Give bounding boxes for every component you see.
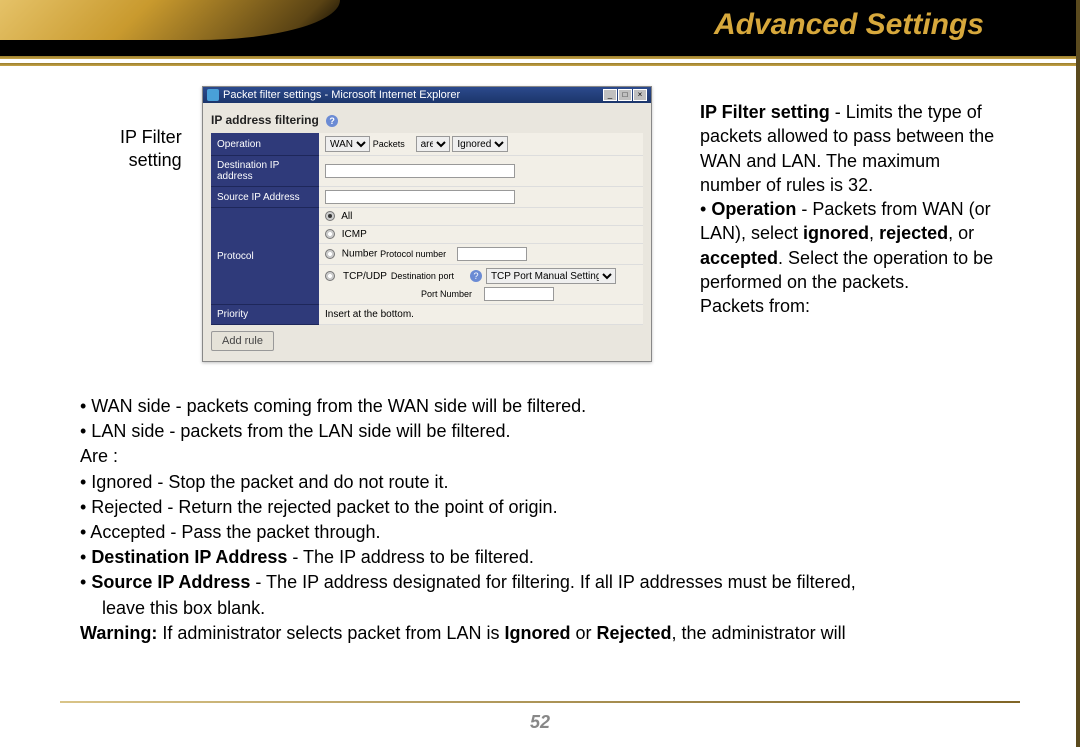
browser-body: IP address filtering ? Operation WAN Pac… <box>203 103 651 361</box>
body-l6: • Accepted - Pass the packet through. <box>80 520 1000 545</box>
protocol-all-radio[interactable] <box>325 211 335 221</box>
operation-from-select[interactable]: WAN <box>325 136 370 152</box>
protocol-number-text: Number <box>342 249 378 260</box>
desc-accepted: accepted <box>700 248 778 268</box>
ip-filter-form: Operation WAN Packets are Ignored Destin… <box>211 133 643 325</box>
tcp-port-setting-select[interactable]: TCP Port Manual Setting <box>486 268 616 284</box>
protocol-label: Protocol <box>211 208 319 305</box>
window-title: Packet filter settings - Microsoft Inter… <box>223 89 460 101</box>
browser-window: Packet filter settings - Microsoft Inter… <box>202 86 652 362</box>
priority-text: Insert at the bottom. <box>319 305 643 325</box>
src-ip-label: Source IP Address <box>211 187 319 208</box>
minimize-button[interactable]: _ <box>603 89 617 101</box>
src-ip-input[interactable] <box>325 190 515 204</box>
top-banner: Advanced Settings <box>0 0 1080 56</box>
figure-caption: IP Filter setting <box>120 126 182 171</box>
priority-label: Priority <box>211 305 319 325</box>
protocol-number-input[interactable] <box>457 247 527 261</box>
port-number-sublabel: Port Number <box>421 289 472 299</box>
operation-are-select[interactable]: are <box>416 136 450 152</box>
ie-icon <box>207 89 219 101</box>
body-l4: • Ignored - Stop the packet and do not r… <box>80 470 1000 495</box>
operation-action-select[interactable]: Ignored <box>452 136 508 152</box>
section-title: IP address filtering <box>211 113 319 127</box>
hr-top-2 <box>0 63 1080 66</box>
dest-ip-input[interactable] <box>325 164 515 178</box>
operation-between: Packets <box>373 139 405 149</box>
warning-b: Warning: <box>80 623 157 643</box>
desc-heading: IP Filter setting <box>700 102 830 122</box>
port-number-input[interactable] <box>484 287 554 301</box>
dest-ip-b: Destination IP Address <box>91 547 287 567</box>
protocol-tcpudp-text: TCP/UDP <box>343 271 387 282</box>
protocol-all-row: All <box>319 208 643 226</box>
operation-field: WAN Packets are Ignored <box>319 133 643 156</box>
section-header: IP address filtering ? <box>211 109 643 133</box>
operation-label: Operation <box>211 133 319 156</box>
protocol-number-radio[interactable] <box>325 249 335 259</box>
body-text: • WAN side - packets coming from the WAN… <box>80 394 1000 646</box>
page-number: 52 <box>0 712 1080 733</box>
gold-swoosh-decoration <box>0 0 340 40</box>
desc-ignored: ignored <box>803 223 869 243</box>
desc-p2-last: Packets from: <box>700 296 810 316</box>
right-description: IP Filter setting - Limits the type of p… <box>700 100 1000 319</box>
caption-line2: setting <box>129 150 182 170</box>
maximize-button[interactable]: □ <box>618 89 632 101</box>
dest-port-help-icon[interactable]: ? <box>470 270 482 282</box>
hr-top-1 <box>0 56 1080 59</box>
page-title: Advanced Settings <box>714 8 984 42</box>
src-ip-b: Source IP Address <box>91 572 250 592</box>
body-l2: • LAN side - packets from the LAN side w… <box>80 419 1000 444</box>
protocol-icmp-text: ICMP <box>342 229 367 240</box>
body-l8-indent: leave this box blank. <box>80 596 1000 621</box>
body-l5: • Rejected - Return the rejected packet … <box>80 495 1000 520</box>
protocol-tcpudp-radio[interactable] <box>325 271 335 281</box>
footer-rule <box>60 701 1020 703</box>
add-rule-button[interactable]: Add rule <box>211 331 274 351</box>
bullet: • <box>700 199 711 219</box>
caption-line1: IP Filter <box>120 127 182 147</box>
close-button[interactable]: × <box>633 89 647 101</box>
help-icon[interactable]: ? <box>326 115 338 127</box>
titlebar: Packet filter settings - Microsoft Inter… <box>203 87 651 103</box>
right-edge-bar <box>1076 0 1080 747</box>
protocol-number-sublabel: Protocol number <box>380 249 446 259</box>
protocol-all-text: All <box>341 211 352 222</box>
protocol-icmp-radio[interactable] <box>325 229 335 239</box>
desc-operation: Operation <box>711 199 796 219</box>
body-l3: Are : <box>80 444 1000 469</box>
dest-ip-label: Destination IP address <box>211 156 319 187</box>
dest-port-sublabel: Destination port <box>391 271 454 281</box>
desc-rejected: rejected <box>879 223 948 243</box>
body-l1: • WAN side - packets coming from the WAN… <box>80 394 1000 419</box>
